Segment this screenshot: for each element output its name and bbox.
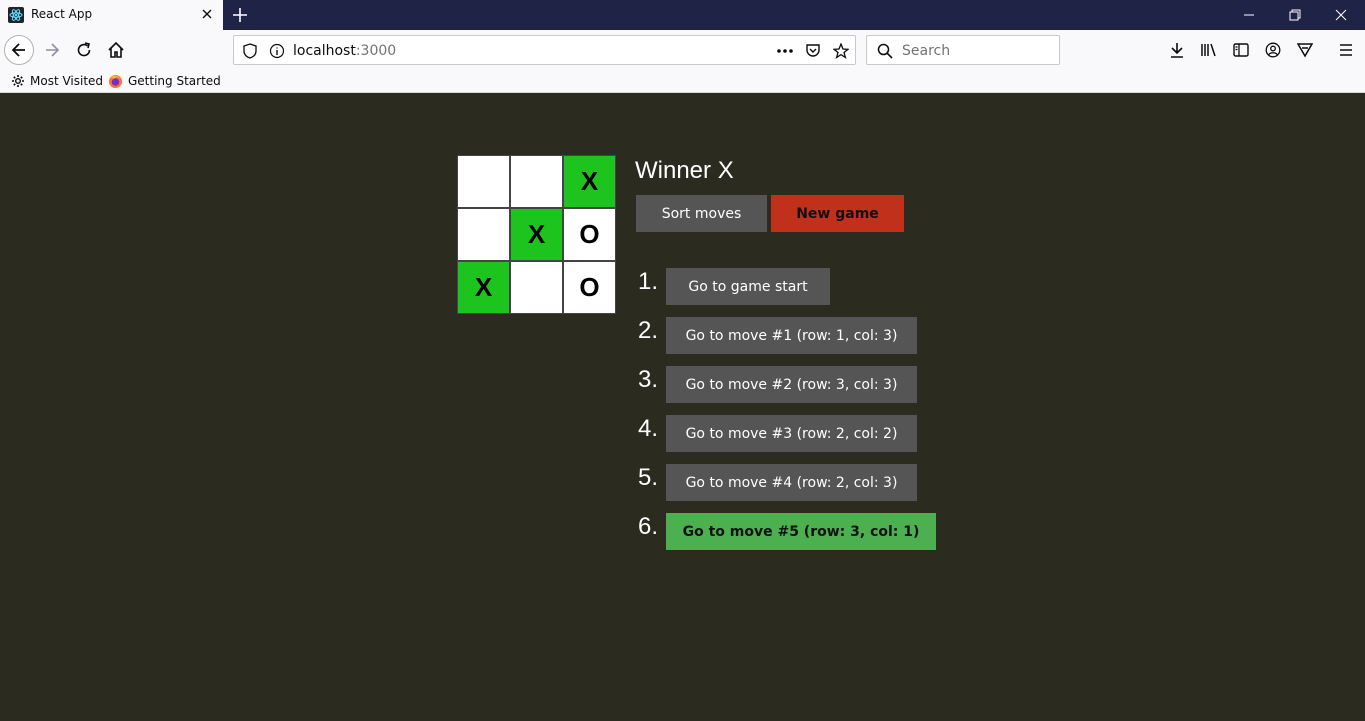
download-icon[interactable] bbox=[1167, 40, 1187, 60]
search-bar[interactable]: Search bbox=[866, 35, 1060, 65]
gear-icon bbox=[12, 75, 24, 87]
board-square[interactable] bbox=[510, 155, 563, 208]
list-item: 1. Go to game start bbox=[636, 268, 956, 305]
info-icon[interactable] bbox=[267, 41, 287, 61]
list-item: 3. Go to move #2 (row: 3, col: 3) bbox=[636, 366, 956, 403]
bookmarks-toolbar: Most Visited Getting Started bbox=[0, 70, 1365, 93]
sidebar-icon[interactable] bbox=[1231, 40, 1251, 60]
tab-strip: React App bbox=[0, 0, 1365, 30]
library-icon[interactable] bbox=[1199, 40, 1219, 60]
bookmark-getting-started[interactable]: Getting Started bbox=[108, 72, 221, 90]
react-icon bbox=[8, 7, 24, 23]
new-tab-icon[interactable] bbox=[231, 6, 249, 24]
go-to-move-button[interactable]: Go to move #2 (row: 3, col: 3) bbox=[666, 366, 917, 403]
list-item: 6. Go to move #5 (row: 3, col: 1) bbox=[636, 513, 956, 550]
list-item: 2. Go to move #1 (row: 1, col: 3) bbox=[636, 317, 956, 354]
go-to-move-button[interactable]: Go to move #1 (row: 1, col: 3) bbox=[666, 317, 917, 354]
close-window-icon[interactable] bbox=[1318, 0, 1364, 30]
board-square[interactable]: X bbox=[563, 155, 616, 208]
account-icon[interactable] bbox=[1263, 40, 1283, 60]
firefox-icon bbox=[108, 74, 123, 88]
star-icon[interactable] bbox=[831, 41, 851, 61]
game-board: X X O X O bbox=[456, 155, 616, 314]
move-number: 1. bbox=[638, 268, 659, 295]
new-game-button[interactable]: New game bbox=[771, 195, 904, 232]
board-square[interactable] bbox=[510, 261, 563, 314]
tab-title: React App bbox=[31, 7, 93, 21]
game-status: Winner X bbox=[635, 157, 734, 184]
go-to-move-button[interactable]: Go to move #3 (row: 2, col: 2) bbox=[666, 415, 917, 452]
bookmark-most-visited[interactable]: Most Visited bbox=[11, 72, 103, 90]
tab-react-app[interactable]: React App bbox=[0, 0, 223, 30]
url-port: :3000 bbox=[355, 43, 397, 59]
move-number: 4. bbox=[638, 415, 659, 442]
go-to-move-button[interactable]: Go to move #4 (row: 2, col: 3) bbox=[666, 464, 917, 501]
sort-moves-button[interactable]: Sort moves bbox=[636, 195, 767, 232]
url-host: localhost bbox=[293, 43, 356, 59]
bookmark-label: Most Visited bbox=[30, 74, 104, 88]
move-number: 5. bbox=[638, 464, 659, 491]
back-button[interactable] bbox=[4, 35, 34, 65]
search-icon bbox=[875, 41, 895, 61]
url-text[interactable]: localhost:3000 bbox=[293, 43, 396, 59]
go-to-move-button[interactable]: Go to move #5 (row: 3, col: 1) bbox=[666, 513, 936, 550]
board-square[interactable] bbox=[457, 155, 510, 208]
move-number: 3. bbox=[638, 366, 659, 393]
pocket-icon[interactable] bbox=[803, 41, 823, 61]
move-number: 2. bbox=[638, 317, 659, 344]
board-square[interactable]: O bbox=[563, 208, 616, 261]
move-number: 6. bbox=[638, 513, 659, 540]
list-item: 4. Go to move #3 (row: 2, col: 2) bbox=[636, 415, 956, 452]
restore-icon[interactable] bbox=[1272, 0, 1318, 30]
go-to-move-button[interactable]: Go to game start bbox=[666, 268, 830, 305]
board-square[interactable]: X bbox=[457, 261, 510, 314]
forward-arrow-icon[interactable] bbox=[42, 40, 62, 60]
list-item: 5. Go to move #4 (row: 2, col: 3) bbox=[636, 464, 956, 501]
minimize-icon[interactable] bbox=[1226, 0, 1272, 30]
menu-icon[interactable] bbox=[1336, 40, 1356, 60]
bookmark-label: Getting Started bbox=[128, 74, 221, 88]
app-root: X X O X O Winner X Sort moves New game 1… bbox=[0, 93, 1365, 721]
navigation-toolbar: localhost:3000 Search bbox=[0, 30, 1365, 70]
board-square[interactable] bbox=[457, 208, 510, 261]
close-tab-icon[interactable] bbox=[199, 6, 215, 22]
extension-icon[interactable] bbox=[1295, 40, 1315, 60]
search-input[interactable]: Search bbox=[902, 43, 950, 59]
home-icon[interactable] bbox=[106, 40, 126, 60]
board-square[interactable]: X bbox=[510, 208, 563, 261]
board-square[interactable]: O bbox=[563, 261, 616, 314]
shield-icon[interactable] bbox=[240, 41, 260, 61]
address-bar[interactable]: localhost:3000 bbox=[233, 35, 856, 65]
more-actions-icon[interactable] bbox=[775, 41, 795, 61]
reload-icon[interactable] bbox=[74, 40, 94, 60]
